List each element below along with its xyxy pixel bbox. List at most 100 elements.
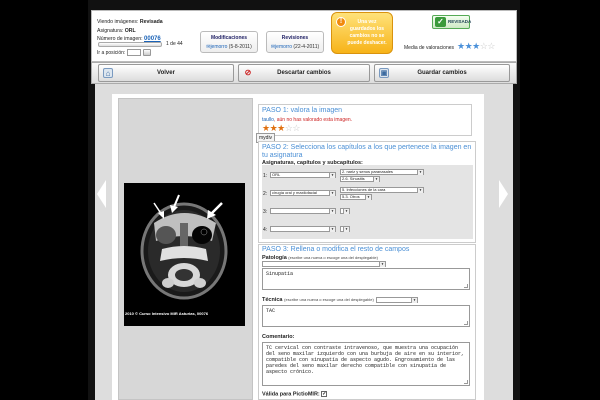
chevron-down-icon: ▼ [373, 177, 379, 182]
step2: PASO 2: Selecciona los capítulos a los q… [262, 144, 474, 166]
comment-textarea[interactable]: TC cervical con contraste intravenoso, q… [262, 342, 470, 386]
star-empty-icon[interactable]: ☆ [292, 123, 300, 133]
status-badge: ✓ REVISADA [432, 15, 471, 29]
valid-row: Válida para PictioMIR: ✓ [262, 391, 328, 398]
subchapter-select-1[interactable]: 2.6. Sinusitis ▼ [340, 176, 380, 182]
goto-label: Ir a posición: [97, 50, 126, 56]
subject-select-3[interactable]: ▼ [270, 208, 336, 214]
next-image-arrow[interactable] [499, 180, 508, 208]
technique-textarea[interactable]: TAC [262, 305, 470, 327]
revisions-title: Revisiones [281, 35, 309, 41]
row-number: 1: [263, 173, 268, 179]
step2-title: PASO 2: Selecciona los capítulos a los q… [262, 144, 472, 159]
step3: PASO 3: Rellena o modifica el resto de c… [262, 246, 474, 261]
resize-handle-icon[interactable] [464, 380, 468, 384]
check-icon: ✓ [435, 17, 446, 27]
pathology-value: Sinupatía [266, 271, 294, 277]
chevron-down-icon: ▼ [343, 227, 349, 232]
subject-label: Asignatura: [97, 27, 124, 34]
discard-button-label: Descartar cambios [277, 70, 331, 76]
subject-select-4[interactable]: ▼ [270, 226, 336, 232]
chevron-down-icon: ▼ [379, 262, 385, 267]
chevron-down-icon: ▼ [329, 191, 335, 196]
valid-label: Válida para PictioMIR: [262, 391, 320, 398]
modifications-user-link[interactable]: jemorro [210, 44, 227, 50]
subchapter-select-value: 5.3. Otros [342, 194, 360, 199]
previous-image-arrow[interactable] [97, 180, 106, 208]
warning-line: cambios no se [349, 33, 385, 39]
image-info: Viendo imágenes: Revisada Asignatura: OR… [97, 18, 163, 44]
star-empty-icon: ☆ [487, 41, 495, 51]
subject-select-value: ORL [272, 172, 281, 177]
chevron-down-icon: ▼ [329, 173, 335, 178]
chapter-select-value: 2. nariz y senos paranasales [342, 169, 393, 174]
discard-icon: ⊘ [244, 68, 252, 77]
star-icon[interactable]: ★ [277, 123, 285, 133]
star-icon: ★ [472, 41, 480, 51]
save-button-label: Guardar cambios [417, 70, 467, 76]
pathology-hint: (escribe una nueva o escoge una del desp… [288, 254, 378, 260]
chapter-select-3[interactable]: ▼ [340, 208, 350, 214]
row-number: 2: [263, 191, 268, 197]
subject-select-value: cirugía oral y maxilofacial [272, 190, 317, 195]
chevron-down-icon: ▼ [411, 298, 417, 303]
goto-button[interactable] [143, 49, 151, 56]
pathology-label: Patología (escribe una nueva o escoge un… [262, 255, 474, 261]
revisions-date: (22-4-2011) [293, 44, 320, 50]
chevron-down-icon: ▼ [329, 227, 335, 232]
warning-icon: ! [336, 17, 346, 27]
average-rating-label: Media de valoraciones [404, 45, 455, 51]
image-caption: 2010 © Curso Intensivo MIR Asturias, 000… [125, 311, 209, 316]
back-button-label: Volver [157, 70, 175, 76]
viewing-value: Revisada [139, 19, 163, 25]
action-bar: ⌂ Volver ⊘ Descartar cambios ▣ Guardar c… [91, 62, 517, 84]
chapter-select-value: 5. Infecciones de la cara [342, 187, 386, 192]
star-icon[interactable]: ★ [262, 123, 270, 133]
warning-line: Una vez [357, 19, 377, 25]
revisions-user-link[interactable]: jemorro [275, 44, 292, 50]
comment-label: Comentario: [262, 334, 295, 340]
save-icon: ▣ [379, 68, 389, 78]
chevron-down-icon: ▼ [365, 195, 371, 200]
chevron-down-icon: ▼ [417, 188, 423, 193]
chevron-down-icon: ▼ [343, 209, 349, 214]
save-button[interactable]: ▣ Guardar cambios [374, 64, 510, 82]
step3-title: PASO 3: Rellena o modifica el resto de c… [262, 246, 410, 253]
subject-select-1[interactable]: ORL ▼ [270, 172, 336, 178]
subject-select-2[interactable]: cirugía oral y maxilofacial ▼ [270, 190, 336, 196]
subchapter-select-value: 2.6. Sinusitis [342, 176, 365, 181]
resize-handle-icon[interactable] [464, 284, 468, 288]
average-rating-stars: ★★★☆☆ [457, 41, 495, 52]
unsaved-warning: ! Una vez guardados los cambios no se pu… [331, 12, 393, 54]
warning-line: puede deshacer. [347, 40, 387, 46]
subchapter-select-2[interactable]: 5.3. Otros ▼ [340, 194, 372, 200]
modifications-title: Modificaciones [210, 35, 248, 41]
comment-value: TC cervical con contraste intravenoso, q… [266, 345, 468, 375]
technique-label-text: Técnica [262, 297, 283, 303]
modifications-date: (5-8-2011) [228, 44, 252, 50]
chapters-grid: 1: ORL ▼ 2. nariz y senos paranasales ▼ 2.… [262, 165, 473, 239]
pathology-label-text: Patología [262, 254, 287, 261]
chapter-select-4[interactable]: ▼ [340, 226, 350, 232]
chapter-select-1[interactable]: 2. nariz y senos paranasales ▼ [340, 169, 424, 175]
resize-handle-icon[interactable] [464, 321, 468, 325]
pathology-select[interactable]: ▼ [262, 261, 386, 267]
warning-line: guardados los [349, 26, 385, 32]
technique-select[interactable]: ▼ [376, 297, 418, 303]
chevron-down-icon: ▼ [329, 209, 335, 214]
step1-title: PASO 1: valora la imagen [262, 107, 343, 114]
step1-rating-stars[interactable]: ★★★☆☆ [262, 123, 352, 134]
position-text: 1 de 44 [166, 41, 183, 47]
discard-button[interactable]: ⊘ Descartar cambios [238, 64, 370, 82]
technique-hint: (escribe una nueva o escoge una del desp… [284, 297, 374, 302]
modifications-card: Modificaciones ✉jemorro (5-8-2011) [200, 31, 258, 53]
goto-input[interactable] [127, 49, 141, 56]
back-button[interactable]: ⌂ Volver [98, 64, 234, 82]
valid-checkbox[interactable]: ✓ [321, 391, 328, 397]
viewing-label: Viendo imágenes: [97, 19, 139, 25]
pathology-textarea[interactable]: Sinupatía [262, 268, 470, 290]
ct-scan-image[interactable]: 2010 © Curso Intensivo MIR Asturias, 000… [124, 183, 245, 326]
chapter-select-2[interactable]: 5. Infecciones de la cara ▼ [340, 187, 424, 193]
subject-value: ORL [124, 27, 136, 34]
position-slider[interactable] [98, 42, 162, 47]
